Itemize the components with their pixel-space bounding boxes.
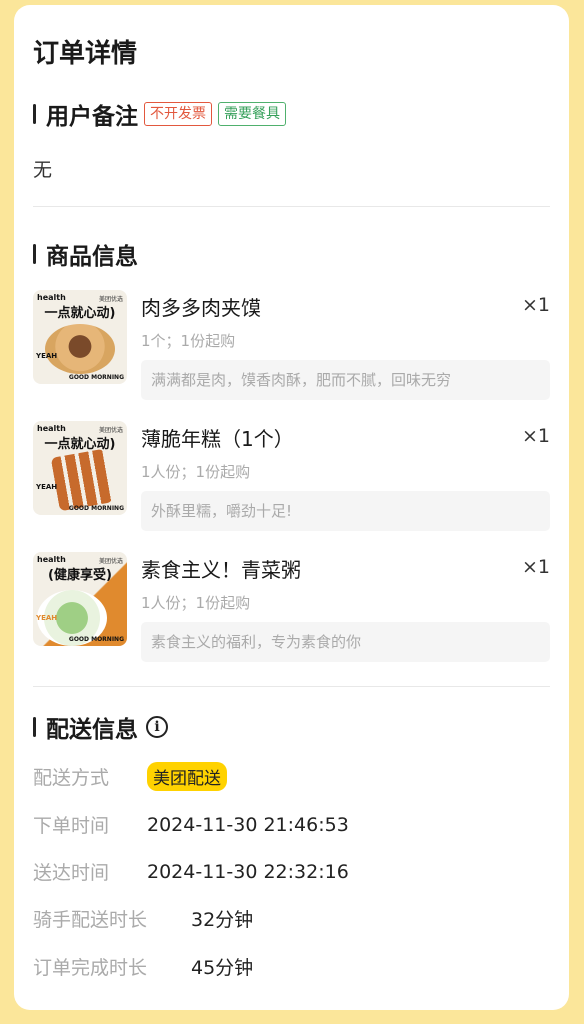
remarks-title: 用户备注: [46, 104, 138, 130]
product-spec: 1人份；1份起购: [141, 594, 251, 612]
delivery-method-row: 配送方式 美团配送: [33, 762, 227, 791]
section-marker: [33, 244, 36, 264]
delivered-time-row: 送达时间 2024-11-30 22:32:16: [33, 858, 349, 885]
completion-duration-row: 订单完成时长 45分钟: [33, 953, 253, 980]
thumb-yeah-text: YEAH: [36, 352, 58, 360]
product-spec: 1人份；1份起购: [141, 463, 251, 481]
product-name: 薄脆年糕（1个）: [141, 427, 294, 451]
thumb-morning-text: GOOD MORNING: [68, 374, 124, 381]
delivery-section-header: 配送信息 i: [33, 710, 168, 744]
product-spec: 1个；1份起购: [141, 332, 236, 350]
delivery-title: 配送信息: [46, 717, 138, 743]
product-item[interactable]: health 美团优选 一点就心动) YEAH GOOD MORNING 肉多多…: [33, 290, 550, 400]
product-name: 素食主义！青菜粥: [141, 558, 301, 582]
products-section-header: 商品信息: [33, 237, 138, 271]
order-time-label: 下单时间: [33, 815, 110, 837]
info-circle-icon[interactable]: i: [146, 716, 168, 738]
product-quantity: ×1: [521, 556, 550, 578]
product-item[interactable]: health 美团优选 (健康享受) YEAH GOOD MORNING 素食主…: [33, 552, 550, 662]
section-marker: [33, 717, 36, 737]
delivered-time-value: 2024-11-30 22:32:16: [147, 860, 349, 883]
divider: [33, 686, 550, 687]
remarks-section-header: 用户备注 不开发票 需要餐具: [33, 97, 286, 131]
food-image: [50, 448, 114, 512]
completion-duration-value: 45分钟: [191, 957, 254, 979]
order-detail-card: 订单详情 用户备注 不开发票 需要餐具 无 商品信息 health 美团优选 一…: [14, 5, 569, 1010]
product-thumbnail: health 美团优选 一点就心动) YEAH GOOD MORNING: [33, 290, 127, 384]
thumb-slogan: 一点就心动): [44, 437, 116, 452]
order-time-value: 2024-11-30 21:46:53: [147, 813, 349, 836]
thumb-brand-text: health: [37, 555, 66, 564]
no-invoice-tag: 不开发票: [144, 102, 212, 126]
thumb-yeah-text: YEAH: [36, 614, 58, 622]
product-description: 外酥里糯，嚼劲十足!: [141, 491, 550, 531]
thumb-slogan: (健康享受): [48, 568, 112, 583]
product-thumbnail: health 美团优选 一点就心动) YEAH GOOD MORNING: [33, 421, 127, 515]
product-quantity: ×1: [521, 425, 550, 447]
completion-duration-label: 订单完成时长: [33, 957, 148, 979]
products-title: 商品信息: [46, 244, 138, 270]
need-cutlery-tag: 需要餐具: [218, 102, 286, 126]
product-name: 肉多多肉夹馍: [141, 296, 261, 320]
remarks-note: 无: [33, 159, 53, 181]
thumb-morning-text: GOOD MORNING: [68, 636, 124, 643]
thumb-morning-text: GOOD MORNING: [68, 505, 124, 512]
thumb-brand-text: health: [37, 293, 66, 302]
thumb-brand-text: health: [37, 424, 66, 433]
product-item[interactable]: health 美团优选 一点就心动) YEAH GOOD MORNING 薄脆年…: [33, 421, 550, 531]
product-description: 满满都是肉，馍香肉酥，肥而不腻，回味无穷: [141, 360, 550, 400]
rider-duration-row: 骑手配送时长 32分钟: [33, 905, 253, 932]
thumb-yeah-text: YEAH: [36, 483, 58, 491]
delivery-method-badge: 美团配送: [147, 762, 227, 791]
section-marker: [33, 104, 36, 124]
delivered-time-label: 送达时间: [33, 862, 110, 884]
food-image: [45, 324, 115, 374]
rider-duration-value: 32分钟: [191, 909, 254, 931]
rider-duration-label: 骑手配送时长: [33, 909, 148, 931]
delivery-method-label: 配送方式: [33, 767, 110, 789]
divider: [33, 206, 550, 207]
order-time-row: 下单时间 2024-11-30 21:46:53: [33, 811, 349, 838]
product-quantity: ×1: [521, 294, 550, 316]
thumb-slogan: 一点就心动): [44, 306, 116, 321]
product-thumbnail: health 美团优选 (健康享受) YEAH GOOD MORNING: [33, 552, 127, 646]
page-title: 订单详情: [33, 39, 138, 69]
product-description: 素食主义的福利，专为素食的你: [141, 622, 550, 662]
